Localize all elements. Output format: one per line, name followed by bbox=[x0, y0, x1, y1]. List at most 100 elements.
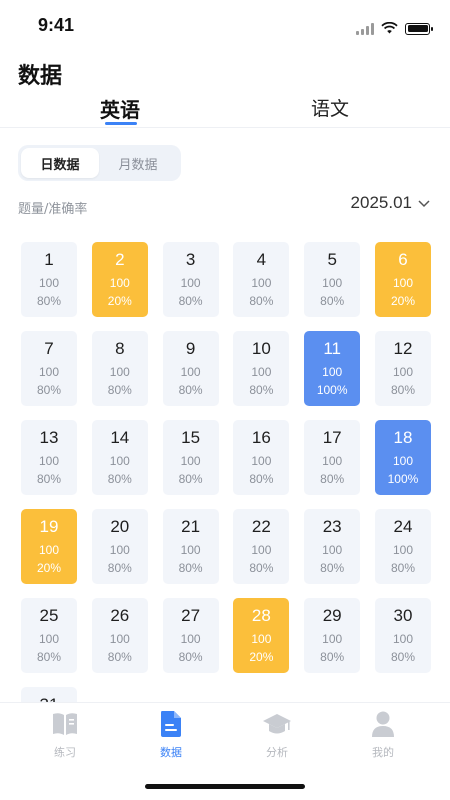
calendar-day[interactable]: 15 100 80% bbox=[162, 420, 219, 495]
calendar-day[interactable]: 8 100 80% bbox=[91, 331, 148, 406]
day-number: 13 bbox=[39, 428, 59, 447]
day-question-count: 100 bbox=[109, 543, 130, 557]
calendar-day[interactable]: 29 100 80% bbox=[304, 598, 361, 673]
month-picker[interactable]: 2025.01 bbox=[351, 193, 430, 213]
tab-chinese[interactable]: 语文 bbox=[311, 94, 349, 121]
day-number: 19 bbox=[39, 517, 59, 536]
day-accuracy: 80% bbox=[178, 561, 203, 575]
day-number: 12 bbox=[393, 339, 413, 358]
calendar-day[interactable]: 18 100 100% bbox=[374, 420, 431, 495]
battery-icon bbox=[405, 22, 433, 35]
day-number: 21 bbox=[181, 517, 201, 536]
day-accuracy: 80% bbox=[249, 294, 274, 308]
day-accuracy: 80% bbox=[320, 294, 345, 308]
calendar-day[interactable]: 26 100 80% bbox=[91, 598, 148, 673]
calendar-day[interactable]: 5 100 80% bbox=[304, 242, 361, 317]
day-number: 26 bbox=[110, 606, 130, 625]
daily-data-button[interactable]: 日数据 bbox=[21, 148, 99, 178]
day-accuracy: 80% bbox=[107, 383, 132, 397]
day-accuracy: 80% bbox=[36, 294, 62, 308]
calendar-day[interactable]: 7 100 80% bbox=[21, 331, 77, 406]
monthly-data-button[interactable]: 月数据 bbox=[99, 148, 177, 178]
day-number: 6 bbox=[398, 250, 408, 269]
tab-analysis-label: 分析 bbox=[266, 746, 288, 759]
day-question-count: 100 bbox=[38, 543, 60, 557]
day-accuracy: 20% bbox=[249, 650, 274, 664]
day-accuracy: 80% bbox=[36, 383, 62, 397]
calendar-day[interactable]: 17 100 80% bbox=[304, 420, 361, 495]
day-accuracy: 80% bbox=[390, 650, 415, 664]
calendar-day[interactable]: 23 100 80% bbox=[304, 509, 361, 584]
day-question-count: 100 bbox=[251, 543, 272, 557]
day-number: 18 bbox=[393, 428, 413, 447]
status-time: 9:41 bbox=[38, 15, 75, 35]
day-number: 22 bbox=[251, 517, 271, 536]
day-number: 9 bbox=[185, 339, 196, 358]
day-number: 20 bbox=[110, 517, 130, 536]
calendar-day[interactable]: 16 100 80% bbox=[233, 420, 290, 495]
calendar-day[interactable]: 9 100 80% bbox=[162, 331, 219, 406]
calendar-day[interactable]: 11 100 100% bbox=[304, 331, 361, 406]
day-accuracy: 80% bbox=[320, 561, 345, 575]
calendar-day[interactable]: 24 100 80% bbox=[374, 509, 431, 584]
calendar-day[interactable]: 19 100 20% bbox=[21, 509, 77, 584]
day-question-count: 100 bbox=[322, 454, 343, 468]
day-accuracy: 80% bbox=[107, 472, 132, 486]
day-number: 7 bbox=[44, 339, 54, 358]
day-question-count: 100 bbox=[38, 276, 60, 290]
calendar-day[interactable]: 12 100 80% bbox=[374, 331, 431, 406]
tab-mine[interactable]: 我的 bbox=[353, 709, 413, 760]
day-question-count: 100 bbox=[251, 365, 272, 379]
calendar-day[interactable]: 6 100 20% bbox=[374, 242, 431, 317]
day-question-count: 100 bbox=[392, 543, 413, 557]
day-accuracy: 80% bbox=[36, 650, 62, 664]
status-bar: 9:41 bbox=[0, 0, 450, 52]
day-accuracy: 80% bbox=[390, 383, 415, 397]
day-number: 5 bbox=[327, 250, 337, 269]
day-question-count: 100 bbox=[180, 365, 201, 379]
calendar-day[interactable]: 21 100 80% bbox=[162, 509, 219, 584]
day-question-count: 100 bbox=[322, 365, 343, 379]
tab-mine-label: 我的 bbox=[372, 746, 394, 759]
day-question-count: 100 bbox=[180, 632, 201, 646]
day-accuracy: 80% bbox=[249, 472, 274, 486]
day-question-count: 100 bbox=[38, 454, 60, 468]
day-accuracy: 80% bbox=[249, 561, 274, 575]
day-accuracy: 100% bbox=[387, 472, 419, 486]
calendar-day[interactable]: 4 100 80% bbox=[233, 242, 290, 317]
calendar-day[interactable]: 3 100 80% bbox=[162, 242, 219, 317]
metric-label: 题量/准确率 bbox=[18, 202, 88, 217]
tab-english[interactable]: 英语 bbox=[100, 94, 140, 123]
calendar-day[interactable]: 22 100 80% bbox=[233, 509, 290, 584]
graduation-cap-icon bbox=[262, 709, 292, 739]
calendar-day[interactable]: 13 100 80% bbox=[21, 420, 77, 495]
day-question-count: 100 bbox=[322, 543, 343, 557]
day-accuracy: 80% bbox=[390, 561, 415, 575]
page-title: 数据 bbox=[18, 64, 63, 89]
day-number: 11 bbox=[323, 339, 342, 358]
day-accuracy: 80% bbox=[178, 294, 203, 308]
day-number: 29 bbox=[322, 606, 342, 625]
day-number: 24 bbox=[393, 517, 413, 536]
day-number: 23 bbox=[322, 517, 342, 536]
calendar-day[interactable]: 1 100 80% bbox=[21, 242, 77, 317]
calendar-day[interactable]: 2 100 20% bbox=[91, 242, 148, 317]
calendar-day[interactable]: 20 100 80% bbox=[91, 509, 148, 584]
calendar-day[interactable]: 25 100 80% bbox=[21, 598, 77, 673]
calendar-day[interactable]: 30 100 80% bbox=[374, 598, 431, 673]
tab-practice[interactable]: 练习 bbox=[35, 709, 95, 760]
day-question-count: 100 bbox=[322, 276, 343, 290]
day-number: 10 bbox=[251, 339, 271, 358]
calendar-day[interactable]: 27 100 80% bbox=[162, 598, 219, 673]
tab-data[interactable]: 数据 bbox=[141, 709, 201, 760]
day-number: 30 bbox=[393, 606, 413, 625]
calendar-day[interactable]: 28 100 20% bbox=[233, 598, 290, 673]
day-question-count: 100 bbox=[392, 365, 413, 379]
calendar-day[interactable]: 14 100 80% bbox=[91, 420, 148, 495]
data-mode-toggle: 日数据 月数据 bbox=[18, 145, 181, 181]
day-number: 17 bbox=[322, 428, 342, 447]
calendar-day[interactable]: 10 100 80% bbox=[233, 331, 290, 406]
tab-analysis[interactable]: 分析 bbox=[247, 709, 307, 760]
day-question-count: 100 bbox=[251, 632, 272, 646]
day-accuracy: 80% bbox=[36, 472, 62, 486]
